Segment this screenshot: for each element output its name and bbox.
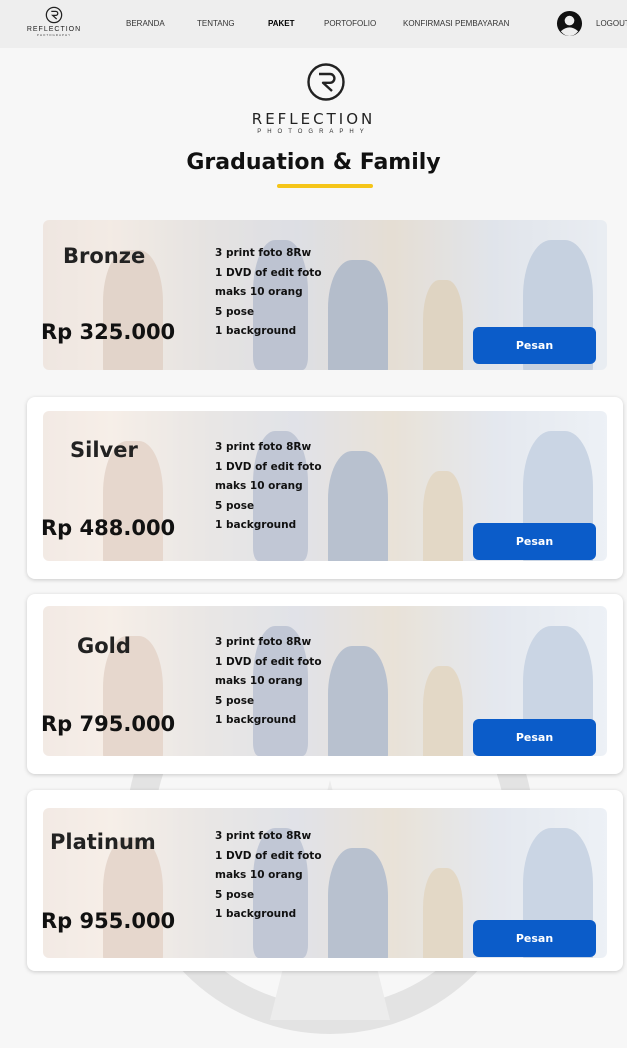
pesan-button[interactable]: Pesan (473, 523, 596, 560)
nav-item-portofolio[interactable]: PORTOFOLIO (324, 19, 376, 28)
package-price: Rp 795.000 (41, 712, 176, 736)
feature-item: 5 pose (215, 694, 255, 707)
feature-item: 5 pose (215, 499, 255, 512)
package-price: Rp 488.000 (41, 516, 176, 540)
package-price: Rp 325.000 (41, 320, 176, 344)
feature-item: maks 10 orang (215, 480, 303, 492)
logout-link[interactable]: LOGOUT (596, 19, 627, 28)
feature-item: 1 background (215, 519, 297, 531)
feature-item: 5 pose (215, 305, 255, 318)
package-features: 3 print foto 8Rw 1 DVD of edit foto maks… (215, 633, 322, 731)
package-name: Platinum (50, 830, 156, 854)
package-card-platinum: Platinum 3 print foto 8Rw 1 DVD of edit … (27, 790, 623, 971)
feature-item: 1 DVD of edit foto (215, 655, 322, 668)
feature-item: maks 10 orang (215, 286, 303, 298)
header-brand-sub: PHOTOGRAPHY (257, 129, 370, 135)
package-name: Gold (77, 634, 131, 658)
feature-item: 1 background (215, 714, 297, 726)
feature-item: 5 pose (215, 888, 255, 901)
nav-item-beranda[interactable]: BERANDA (126, 19, 165, 28)
package-name: Silver (70, 438, 138, 462)
pesan-button[interactable]: Pesan (473, 719, 596, 756)
package-price: Rp 955.000 (41, 909, 176, 933)
feature-item: 3 print foto 8Rw (215, 247, 312, 259)
nav-brand: REFLECTION (26, 26, 82, 33)
feature-item: 3 print foto 8Rw (215, 636, 312, 648)
feature-item: maks 10 orang (215, 675, 303, 687)
nav-brand-sub: PHOTOGRAPHY (36, 33, 72, 37)
package-name: Bronze (63, 244, 146, 268)
page-title: Graduation & Family (186, 150, 441, 175)
package-features: 3 print foto 8Rw 1 DVD of edit foto maks… (215, 244, 322, 342)
package-features: 3 print foto 8Rw 1 DVD of edit foto maks… (215, 438, 322, 536)
header-brand: REFLECTION (251, 110, 376, 128)
user-avatar-icon[interactable] (556, 10, 583, 37)
reflection-logo-icon (307, 63, 345, 101)
nav-item-tentang[interactable]: TENTANG (197, 19, 235, 28)
feature-item: 1 DVD of edit foto (215, 849, 322, 862)
package-card-gold: Gold 3 print foto 8Rw 1 DVD of edit foto… (27, 594, 623, 774)
reflection-logo-icon (45, 6, 63, 24)
feature-item: 1 background (215, 325, 297, 337)
pesan-button[interactable]: Pesan (473, 327, 596, 364)
package-card-bronze: Bronze 3 print foto 8Rw 1 DVD of edit fo… (27, 208, 623, 380)
title-underline (277, 184, 373, 188)
nav-item-paket[interactable]: PAKET (268, 19, 295, 28)
package-card-silver: Silver 3 print foto 8Rw 1 DVD of edit fo… (27, 397, 623, 579)
pesan-button[interactable]: Pesan (473, 920, 596, 957)
nav-item-konfirmasi-pembayaran[interactable]: KONFIRMASI PEMBAYARAN (403, 19, 509, 28)
feature-item: 3 print foto 8Rw (215, 830, 312, 842)
feature-item: 1 DVD of edit foto (215, 266, 322, 279)
feature-item: 1 DVD of edit foto (215, 460, 322, 473)
feature-item: 1 background (215, 908, 297, 920)
feature-item: 3 print foto 8Rw (215, 441, 312, 453)
feature-item: maks 10 orang (215, 869, 303, 881)
nav-logo[interactable]: REFLECTION PHOTOGRAPHY (18, 6, 90, 42)
package-features: 3 print foto 8Rw 1 DVD of edit foto maks… (215, 827, 322, 925)
navbar: REFLECTION PHOTOGRAPHY BERANDA TENTANG P… (0, 0, 627, 48)
